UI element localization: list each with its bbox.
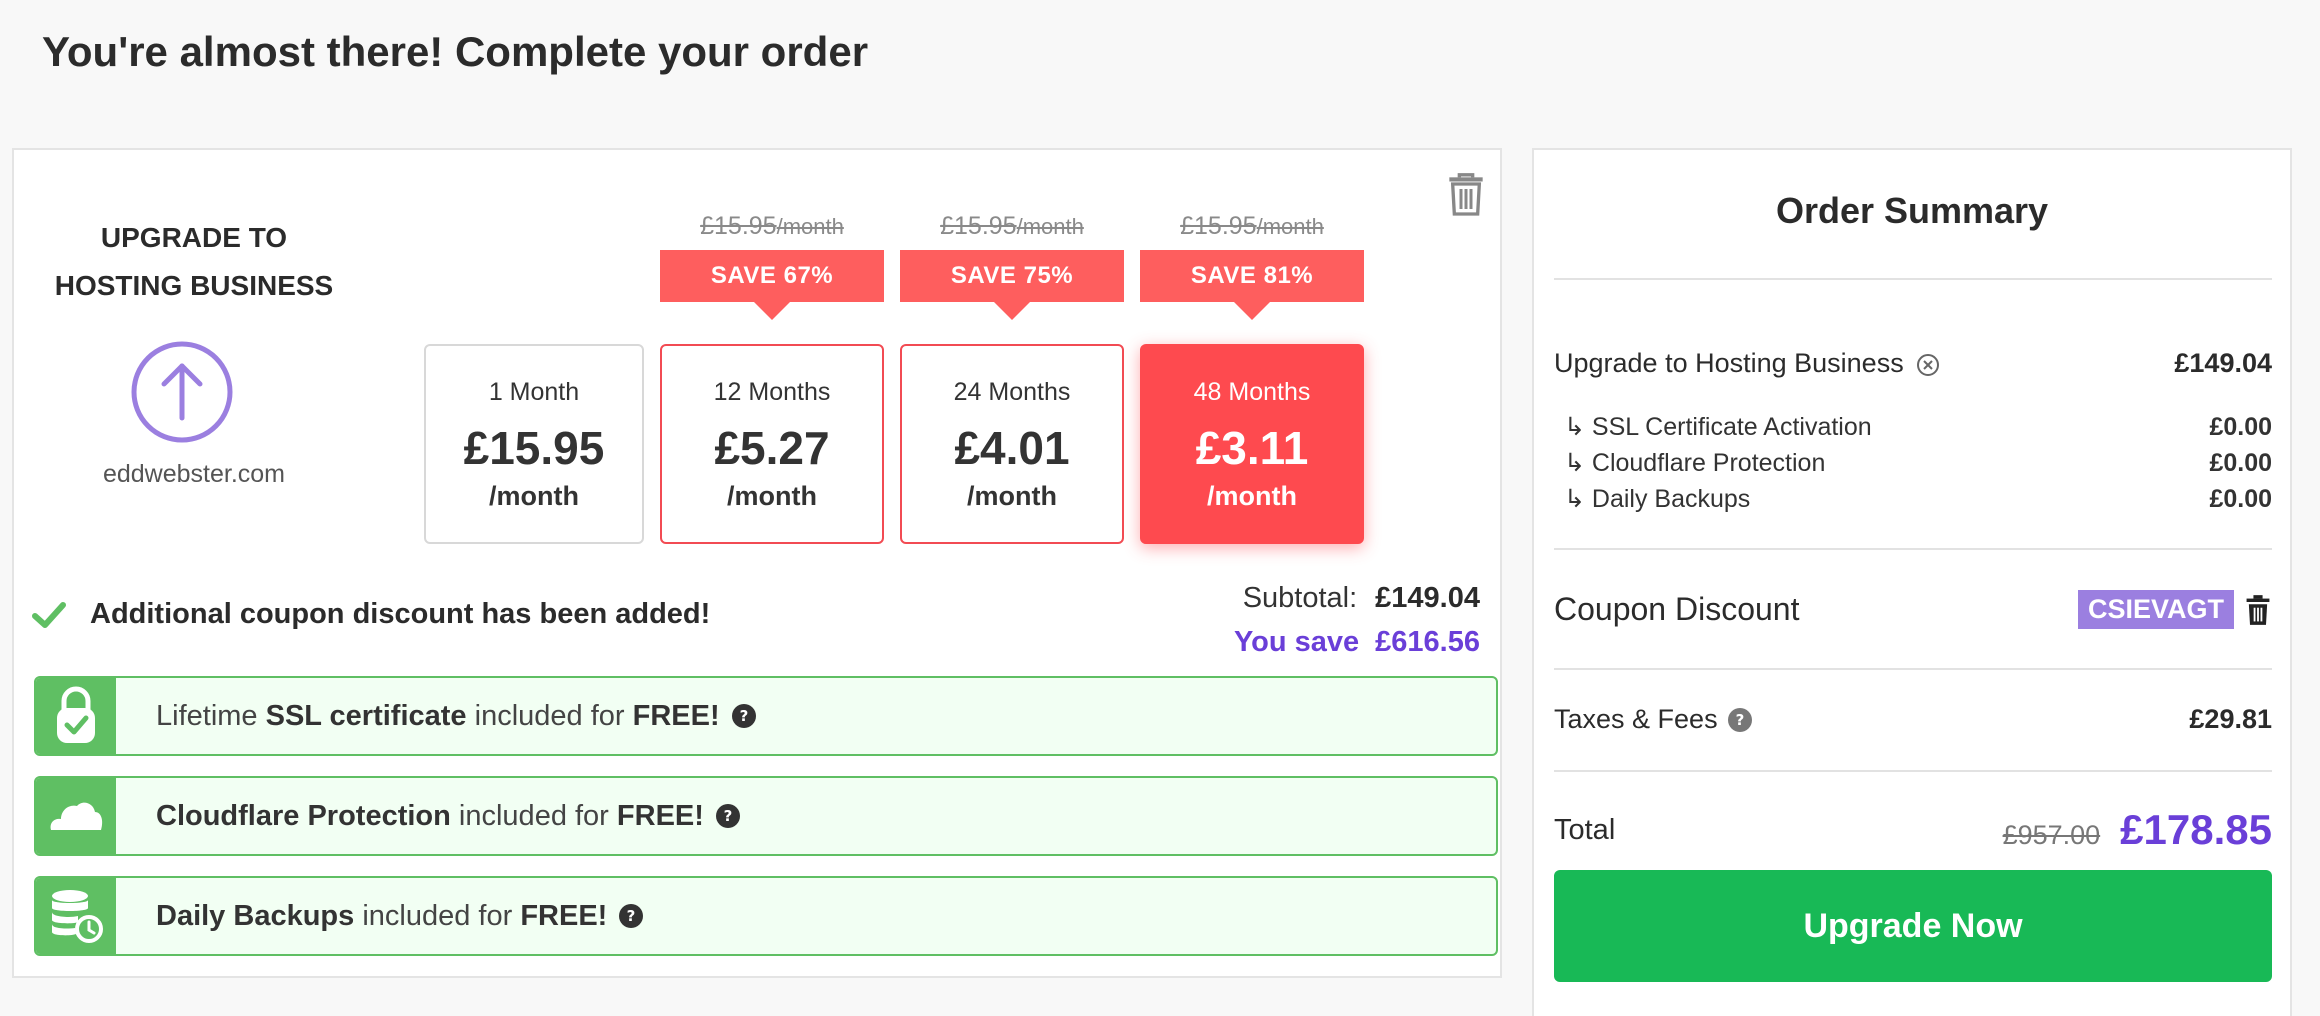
summary-sub-item: ↳ Cloudflare Protection £0.00 <box>1554 448 2272 478</box>
coupon-code: CSIEVAGT <box>2077 590 2234 629</box>
svg-text:?: ? <box>627 907 636 925</box>
help-icon[interactable]: ? <box>1727 707 1752 732</box>
upgrade-now-button[interactable]: Upgrade Now <box>1554 870 2272 982</box>
feature-text: included for <box>450 799 617 832</box>
plan-card-48-months[interactable]: 48 Months £3.11 /month <box>1140 344 1364 544</box>
sub-item-value: £0.00 <box>2209 484 2272 513</box>
help-icon[interactable]: ? <box>619 904 644 928</box>
feature-text: included for <box>466 699 633 732</box>
page-title: You're almost there! Complete your order <box>42 28 869 75</box>
plan-old-price: £15.95/month <box>700 212 844 240</box>
coupon-added-message: Additional coupon discount has been adde… <box>32 598 710 631</box>
main-item-label: Upgrade to Hosting Business <box>1554 348 1904 378</box>
total-new-price: £178.85 <box>2120 806 2272 853</box>
plan-card-24-months[interactable]: 24 Months £4.01 /month <box>900 344 1124 544</box>
plan-term: 1 Month <box>488 378 580 406</box>
database-backup-icon <box>36 878 116 954</box>
coupon-discount-label: Coupon Discount <box>1554 591 1800 627</box>
divider <box>1554 770 2272 772</box>
you-save-value: £616.56 <box>1375 626 1480 658</box>
feature-text: included for <box>354 899 521 932</box>
feature-text: Lifetime <box>156 699 266 732</box>
plan-per: /month <box>967 481 1057 511</box>
save-badge: SAVE 67% <box>660 250 884 320</box>
trash-icon[interactable] <box>1446 172 1486 216</box>
plan-price: £15.95 <box>463 422 605 474</box>
subtotal-label: Subtotal: <box>1242 582 1358 614</box>
totals: Subtotal: £149.04 You save £616.56 <box>1234 576 1480 664</box>
summary-sub-item: ↳ Daily Backups £0.00 <box>1554 484 2272 514</box>
feature-backups: Daily Backups included for FREE! ? <box>34 876 1498 956</box>
feature-name: Cloudflare Protection <box>156 799 451 832</box>
plan-term: 12 Months <box>713 378 831 406</box>
plan-per: /month <box>489 481 579 511</box>
sub-item-label: ↳ Cloudflare Protection <box>1564 449 1826 477</box>
save-badge: SAVE 75% <box>900 250 1124 320</box>
lock-check-icon <box>36 678 116 754</box>
svg-text:?: ? <box>739 707 748 725</box>
plan-price: £5.27 <box>714 422 830 474</box>
taxes-label: Taxes & Fees <box>1554 704 1718 734</box>
help-icon[interactable]: ? <box>715 804 740 828</box>
remove-coupon-trash-icon[interactable] <box>2244 594 2272 626</box>
summary-main-item: Upgrade to Hosting Business £149.04 <box>1554 348 2272 379</box>
help-icon[interactable]: ? <box>731 704 756 728</box>
order-summary-panel: Order Summary Upgrade to Hosting Busines… <box>1532 148 2292 1016</box>
order-summary-title: Order Summary <box>1775 190 2049 231</box>
remove-circle-icon[interactable] <box>1916 353 1940 377</box>
sub-item-value: £0.00 <box>2209 448 2272 477</box>
save-badge: SAVE 81% <box>1140 250 1364 320</box>
plan-card-12-months[interactable]: 12 Months £5.27 /month <box>660 344 884 544</box>
plan-term: 24 Months <box>953 378 1071 406</box>
total-old-price: £957.00 <box>2002 820 2101 850</box>
svg-text:?: ? <box>1735 711 1744 729</box>
total-label: Total <box>1554 813 1616 846</box>
feature-name: Daily Backups <box>156 899 355 932</box>
check-icon <box>32 601 66 628</box>
you-save-label: You save <box>1233 626 1360 658</box>
feature-cloudflare: Cloudflare Protection included for FREE!… <box>34 776 1498 856</box>
taxes-fees-row: Taxes & Fees? £29.81 <box>1554 704 2272 735</box>
plan-old-price: £15.95/month <box>1180 212 1324 240</box>
divider <box>1554 668 2272 670</box>
total-row: Total £957.00 £178.85 <box>1554 806 2272 854</box>
arrow-up-circle-icon <box>131 341 233 443</box>
upgrade-panel: UPGRADE TO HOSTING BUSINESS eddwebster.c… <box>12 148 1502 978</box>
sub-item-label: ↳ Daily Backups <box>1564 485 1751 513</box>
sub-item-label: ↳ SSL Certificate Activation <box>1564 413 1872 441</box>
coupon-discount-row: Coupon Discount CSIEVAGT <box>1554 590 2272 629</box>
product-title-line1: UPGRADE TO <box>100 222 288 253</box>
plan-term: 48 Months <box>1193 378 1311 406</box>
divider <box>1554 548 2272 550</box>
plan-price: £4.01 <box>954 422 1070 474</box>
taxes-value: £29.81 <box>2189 704 2272 734</box>
plan-price: £3.11 <box>1195 422 1309 474</box>
divider <box>1554 278 2272 280</box>
subtotal-value: £149.04 <box>1375 582 1480 614</box>
main-item-value: £149.04 <box>2174 348 2272 378</box>
plan-per: /month <box>1207 481 1297 511</box>
plan-old-price: £15.95/month <box>940 212 1084 240</box>
svg-text:?: ? <box>724 807 733 825</box>
coupon-message-text: Additional coupon discount has been adde… <box>90 598 711 630</box>
feature-name: SSL certificate <box>265 699 467 732</box>
feature-ssl: Lifetime SSL certificate included for FR… <box>34 676 1498 756</box>
product-title: UPGRADE TO HOSTING BUSINESS <box>34 214 354 310</box>
feature-free: FREE! <box>616 799 704 832</box>
feature-free: FREE! <box>520 899 608 932</box>
feature-free: FREE! <box>632 699 720 732</box>
sub-item-value: £0.00 <box>2209 412 2272 441</box>
domain-name: eddwebster.com <box>102 460 286 488</box>
cloud-icon <box>36 778 116 854</box>
plan-per: /month <box>727 481 817 511</box>
product-title-line2: HOSTING BUSINESS <box>54 270 334 301</box>
plan-card-1-month[interactable]: 1 Month £15.95 /month <box>424 344 644 544</box>
summary-sub-item: ↳ SSL Certificate Activation £0.00 <box>1554 412 2272 442</box>
